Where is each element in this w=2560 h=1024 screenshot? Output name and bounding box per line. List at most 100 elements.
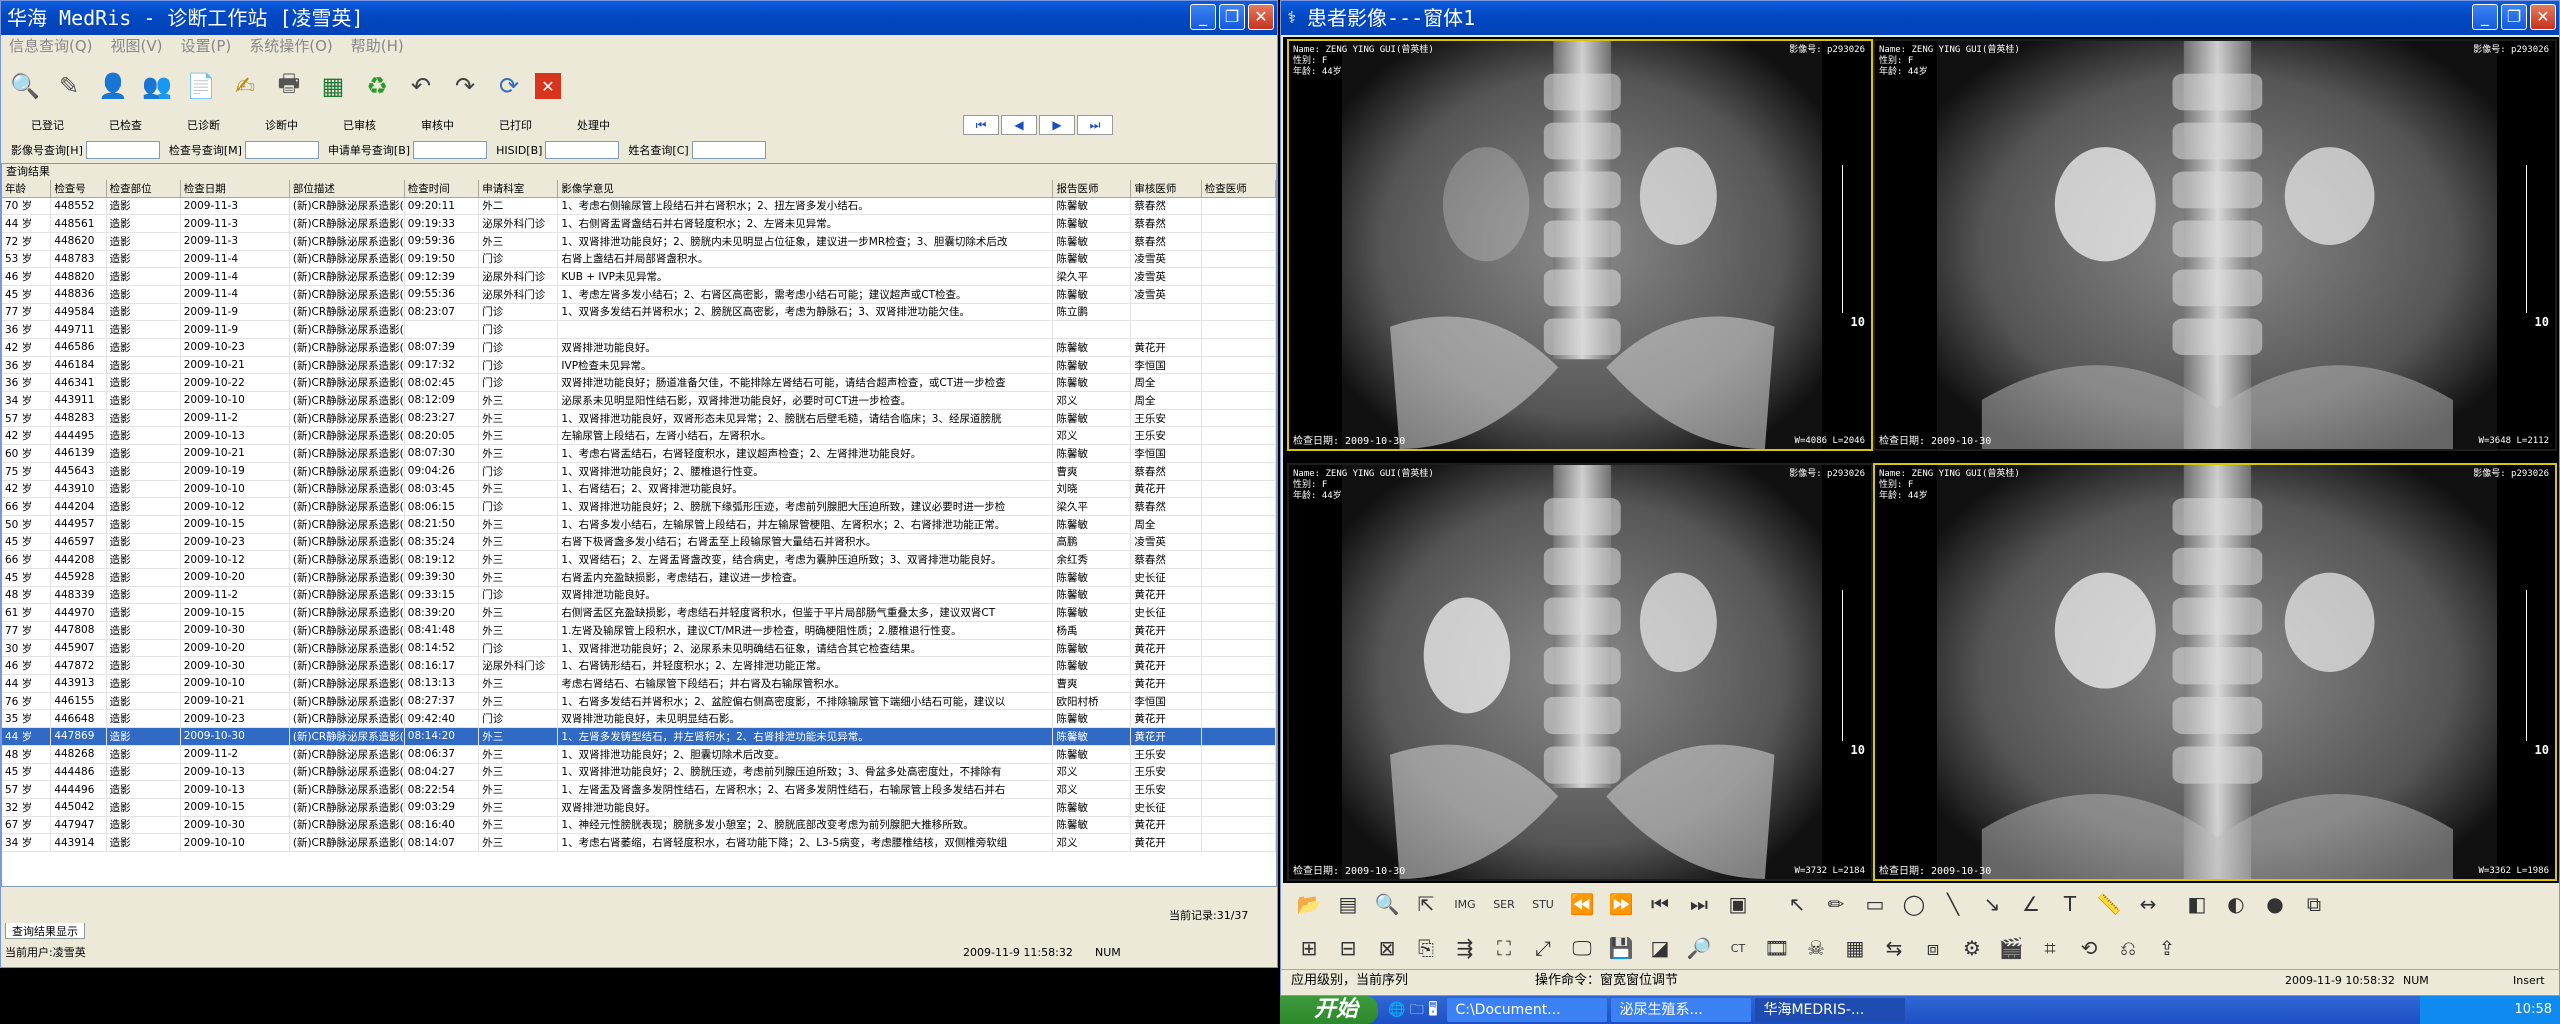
filter-reviewed[interactable]: 已审核 (343, 117, 376, 133)
filter-printed[interactable]: 已打印 (499, 117, 532, 133)
angle-icon[interactable]: ∠ (2013, 887, 2049, 921)
excel-icon[interactable]: ▦ (315, 68, 351, 104)
contrast-icon[interactable]: ◐ (2218, 887, 2254, 921)
group-icon[interactable]: 👥 (139, 68, 175, 104)
first-record-button[interactable]: ⏮ (963, 115, 999, 135)
minimize-button[interactable]: _ (1190, 4, 1216, 30)
xray-image-cell[interactable]: Name: ZENG YING GUI(曾英桂) 性别: F 年龄: 44岁 影… (1873, 39, 2557, 451)
fit-icon[interactable]: ⛶ (1486, 931, 1522, 965)
measure-icon[interactable]: ↔ (2130, 887, 2166, 921)
viewer-minimize-button[interactable]: _ (2472, 4, 2498, 30)
table-row[interactable]: 36 岁 446341 造影 2009-10-22 (新)CR静脉泌尿系造影(08:02… (2, 373, 1276, 393)
column-header[interactable]: 检查号 (50, 180, 107, 198)
table-row[interactable]: 46 岁 447872 造影 2009-10-30 (新)CR静脉泌尿系造影(08:16… (2, 656, 1276, 676)
tab-query-results[interactable]: 查询结果显示 (5, 923, 85, 939)
close-button[interactable]: ✕ (1248, 4, 1274, 30)
series-icon[interactable]: SER (1486, 887, 1522, 921)
table-row[interactable]: 57 岁 448283 造影 2009-11-2 (新)CR静脉泌尿系造影(08:23:… (2, 409, 1276, 428)
column-header[interactable]: 审核医师 (1130, 180, 1202, 198)
table-row[interactable]: 42 岁 444495 造影 2009-10-13 (新)CR静脉泌尿系造影(08:20… (2, 426, 1276, 446)
name-input[interactable] (691, 141, 766, 159)
ct-icon[interactable]: CT (1720, 931, 1756, 965)
img-icon[interactable]: IMG (1447, 887, 1483, 921)
copy-icon[interactable]: ⎘ (1408, 931, 1444, 965)
compare-icon[interactable]: ⇆ (1876, 931, 1912, 965)
column-header[interactable]: 检查时间 (404, 180, 480, 198)
write-icon[interactable]: ✍ (227, 68, 263, 104)
table-row[interactable]: 77 岁 449584 造影 2009-11-9 (新)CR静脉泌尿系造影(08:23:… (2, 303, 1276, 322)
grid-select-icon[interactable]: ⊞ (1291, 931, 1327, 965)
last-record-button[interactable]: ⏭ (1077, 115, 1113, 135)
table-row[interactable]: 36 岁 446184 造影 2009-10-21 (新)CR静脉泌尿系造影(09:17… (2, 356, 1276, 375)
column-header[interactable]: 检查部位 (106, 180, 181, 198)
table-row[interactable]: 45 岁 445928 造影 2009-10-20 (新)CR静脉泌尿系造影(09:39… (2, 568, 1276, 587)
layout-icon[interactable]: ▤ (1330, 887, 1366, 921)
next-record-button[interactable]: ▶ (1039, 115, 1075, 135)
table-row[interactable]: 48 岁 448339 造影 2009-11-2 (新)CR静脉泌尿系造影(09:33:… (2, 586, 1276, 605)
table-row[interactable]: 72 岁 448620 造影 2009-11-3 (新)CR静脉泌尿系造影(09:59:… (2, 232, 1276, 251)
column-header[interactable]: 检查日期 (180, 180, 290, 198)
split-icon[interactable]: ⊟ (1330, 931, 1366, 965)
search-icon[interactable]: 🔍 (7, 68, 43, 104)
hisid-input[interactable] (545, 141, 620, 159)
rotate-icon[interactable]: ⟲ (2071, 931, 2107, 965)
arrow-icon[interactable]: ↘ (1974, 887, 2010, 921)
table-row[interactable]: 60 岁 446139 造影 2009-10-21 (新)CR静脉泌尿系造影(08:07… (2, 444, 1276, 463)
column-header[interactable]: 部位描述 (289, 180, 405, 198)
film-icon[interactable]: 🎬 (1993, 931, 2029, 965)
quicklaunch-icons[interactable]: 🌐 🗀 🖥 (1382, 998, 1443, 1022)
color-icon[interactable]: ● (2257, 887, 2293, 921)
taskbar-item-medris[interactable]: 华海MEDRIS-... (1755, 998, 1906, 1022)
menu-system[interactable]: 系统操作(O) (249, 35, 333, 57)
table-row[interactable]: 48 岁 448268 造影 2009-11-2 (新)CR静脉泌尿系造影(08:06:… (2, 745, 1276, 764)
tile-icon[interactable]: ⊠ (1369, 931, 1405, 965)
undo-icon[interactable]: ↶ (403, 68, 439, 104)
expand-icon[interactable]: ⤢ (1525, 931, 1561, 965)
filter-examined[interactable]: 已检查 (109, 117, 142, 133)
viewer-close-button[interactable]: ✕ (2530, 4, 2556, 30)
line-icon[interactable]: ╲ (1935, 887, 1971, 921)
text-icon[interactable]: T (2052, 887, 2088, 921)
table-row[interactable]: 45 岁 448836 造影 2009-11-4 (新)CR静脉泌尿系造影(09:55:… (2, 285, 1276, 304)
table-row[interactable]: 50 岁 444957 造影 2009-10-15 (新)CR静脉泌尿系造影(08:21… (2, 515, 1276, 534)
column-header[interactable]: 报告医师 (1052, 180, 1132, 198)
table-row[interactable]: 75 岁 445643 造影 2009-10-19 (新)CR静脉泌尿系造影(09:04… (2, 462, 1276, 481)
table-row[interactable]: 34 岁 443911 造影 2009-10-10 (新)CR静脉泌尿系造影(08:12… (2, 391, 1276, 410)
table-row[interactable]: 57 岁 444496 造影 2009-10-13 (新)CR静脉泌尿系造影(08:22… (2, 780, 1276, 799)
print-icon[interactable]: 🖶 (271, 68, 307, 104)
table-row[interactable]: 35 岁 446648 造影 2009-10-23 (新)CR静脉泌尿系造影(09:42… (2, 709, 1276, 729)
table-row[interactable]: 70 岁 448552 造影 2009-11-3 (新)CR静脉泌尿系造影(09:20:… (2, 197, 1276, 216)
filter-icon[interactable]: ⚙ (1954, 931, 1990, 965)
table-row[interactable]: 44 岁 448561 造影 2009-11-3 (新)CR静脉泌尿系造影(09:19:… (2, 214, 1276, 233)
column-header[interactable]: 检查医师 (1201, 180, 1276, 198)
maximize-button[interactable]: ❐ (1219, 4, 1245, 30)
invert-icon[interactable]: ◧ (2179, 887, 2215, 921)
ellipse-icon[interactable]: ◯ (1896, 887, 1932, 921)
column-header[interactable]: 年龄 (2, 180, 52, 198)
taskbar-item-urinary[interactable]: 泌尿生殖系... (1611, 998, 1752, 1022)
menu-view[interactable]: 视图(V) (111, 35, 163, 57)
taskbar-item-explorer[interactable]: C:\Document... (1447, 998, 1608, 1022)
zoom-icon[interactable]: 🔍 (1369, 887, 1405, 921)
table-row[interactable]: 66 岁 444204 造影 2009-10-12 (新)CR静脉泌尿系造影(08:06… (2, 497, 1276, 516)
save-icon[interactable]: 💾 (1603, 931, 1639, 965)
filter-diagnosing[interactable]: 诊断中 (265, 117, 298, 133)
table-row[interactable]: 36 岁 449711 造影 2009-11-9 (新)CR静脉泌尿系造影(门诊 (2, 320, 1276, 339)
xray-image-cell[interactable]: Name: ZENG YING GUI(曾英桂) 性别: F 年龄: 44岁 影… (1287, 463, 1873, 881)
mpr-icon[interactable]: ⧈ (1915, 931, 1951, 965)
table-row[interactable]: 44 岁 443913 造影 2009-10-10 (新)CR静脉泌尿系造影(08:13… (2, 674, 1276, 693)
layers-icon[interactable]: ◪ (1642, 931, 1678, 965)
person-icon[interactable]: 👤 (95, 68, 131, 104)
recycle-icon[interactable]: ♻ (359, 68, 395, 104)
table-row[interactable]: 34 岁 443914 造影 2009-10-10 (新)CR静脉泌尿系造影(08:14… (2, 833, 1276, 852)
crop-icon[interactable]: ⌗ (2032, 931, 2068, 965)
open-icon[interactable]: 📂 (1291, 887, 1327, 921)
table-row[interactable]: 46 岁 448820 造影 2009-11-4 (新)CR静脉泌尿系造影(09:12:… (2, 267, 1276, 286)
table-row[interactable]: 32 岁 445042 造影 2009-10-15 (新)CR静脉泌尿系造影(09:03… (2, 798, 1276, 817)
cine-icon[interactable]: 🎞 (1759, 931, 1795, 965)
prev-record-button[interactable]: ◀ (1001, 115, 1037, 135)
filter-reviewing[interactable]: 审核中 (421, 117, 454, 133)
prev-image-icon[interactable]: ⏪ (1564, 887, 1600, 921)
next-series-icon[interactable]: ⏭ (1681, 887, 1717, 921)
start-button[interactable]: 开始 (1280, 996, 1378, 1024)
